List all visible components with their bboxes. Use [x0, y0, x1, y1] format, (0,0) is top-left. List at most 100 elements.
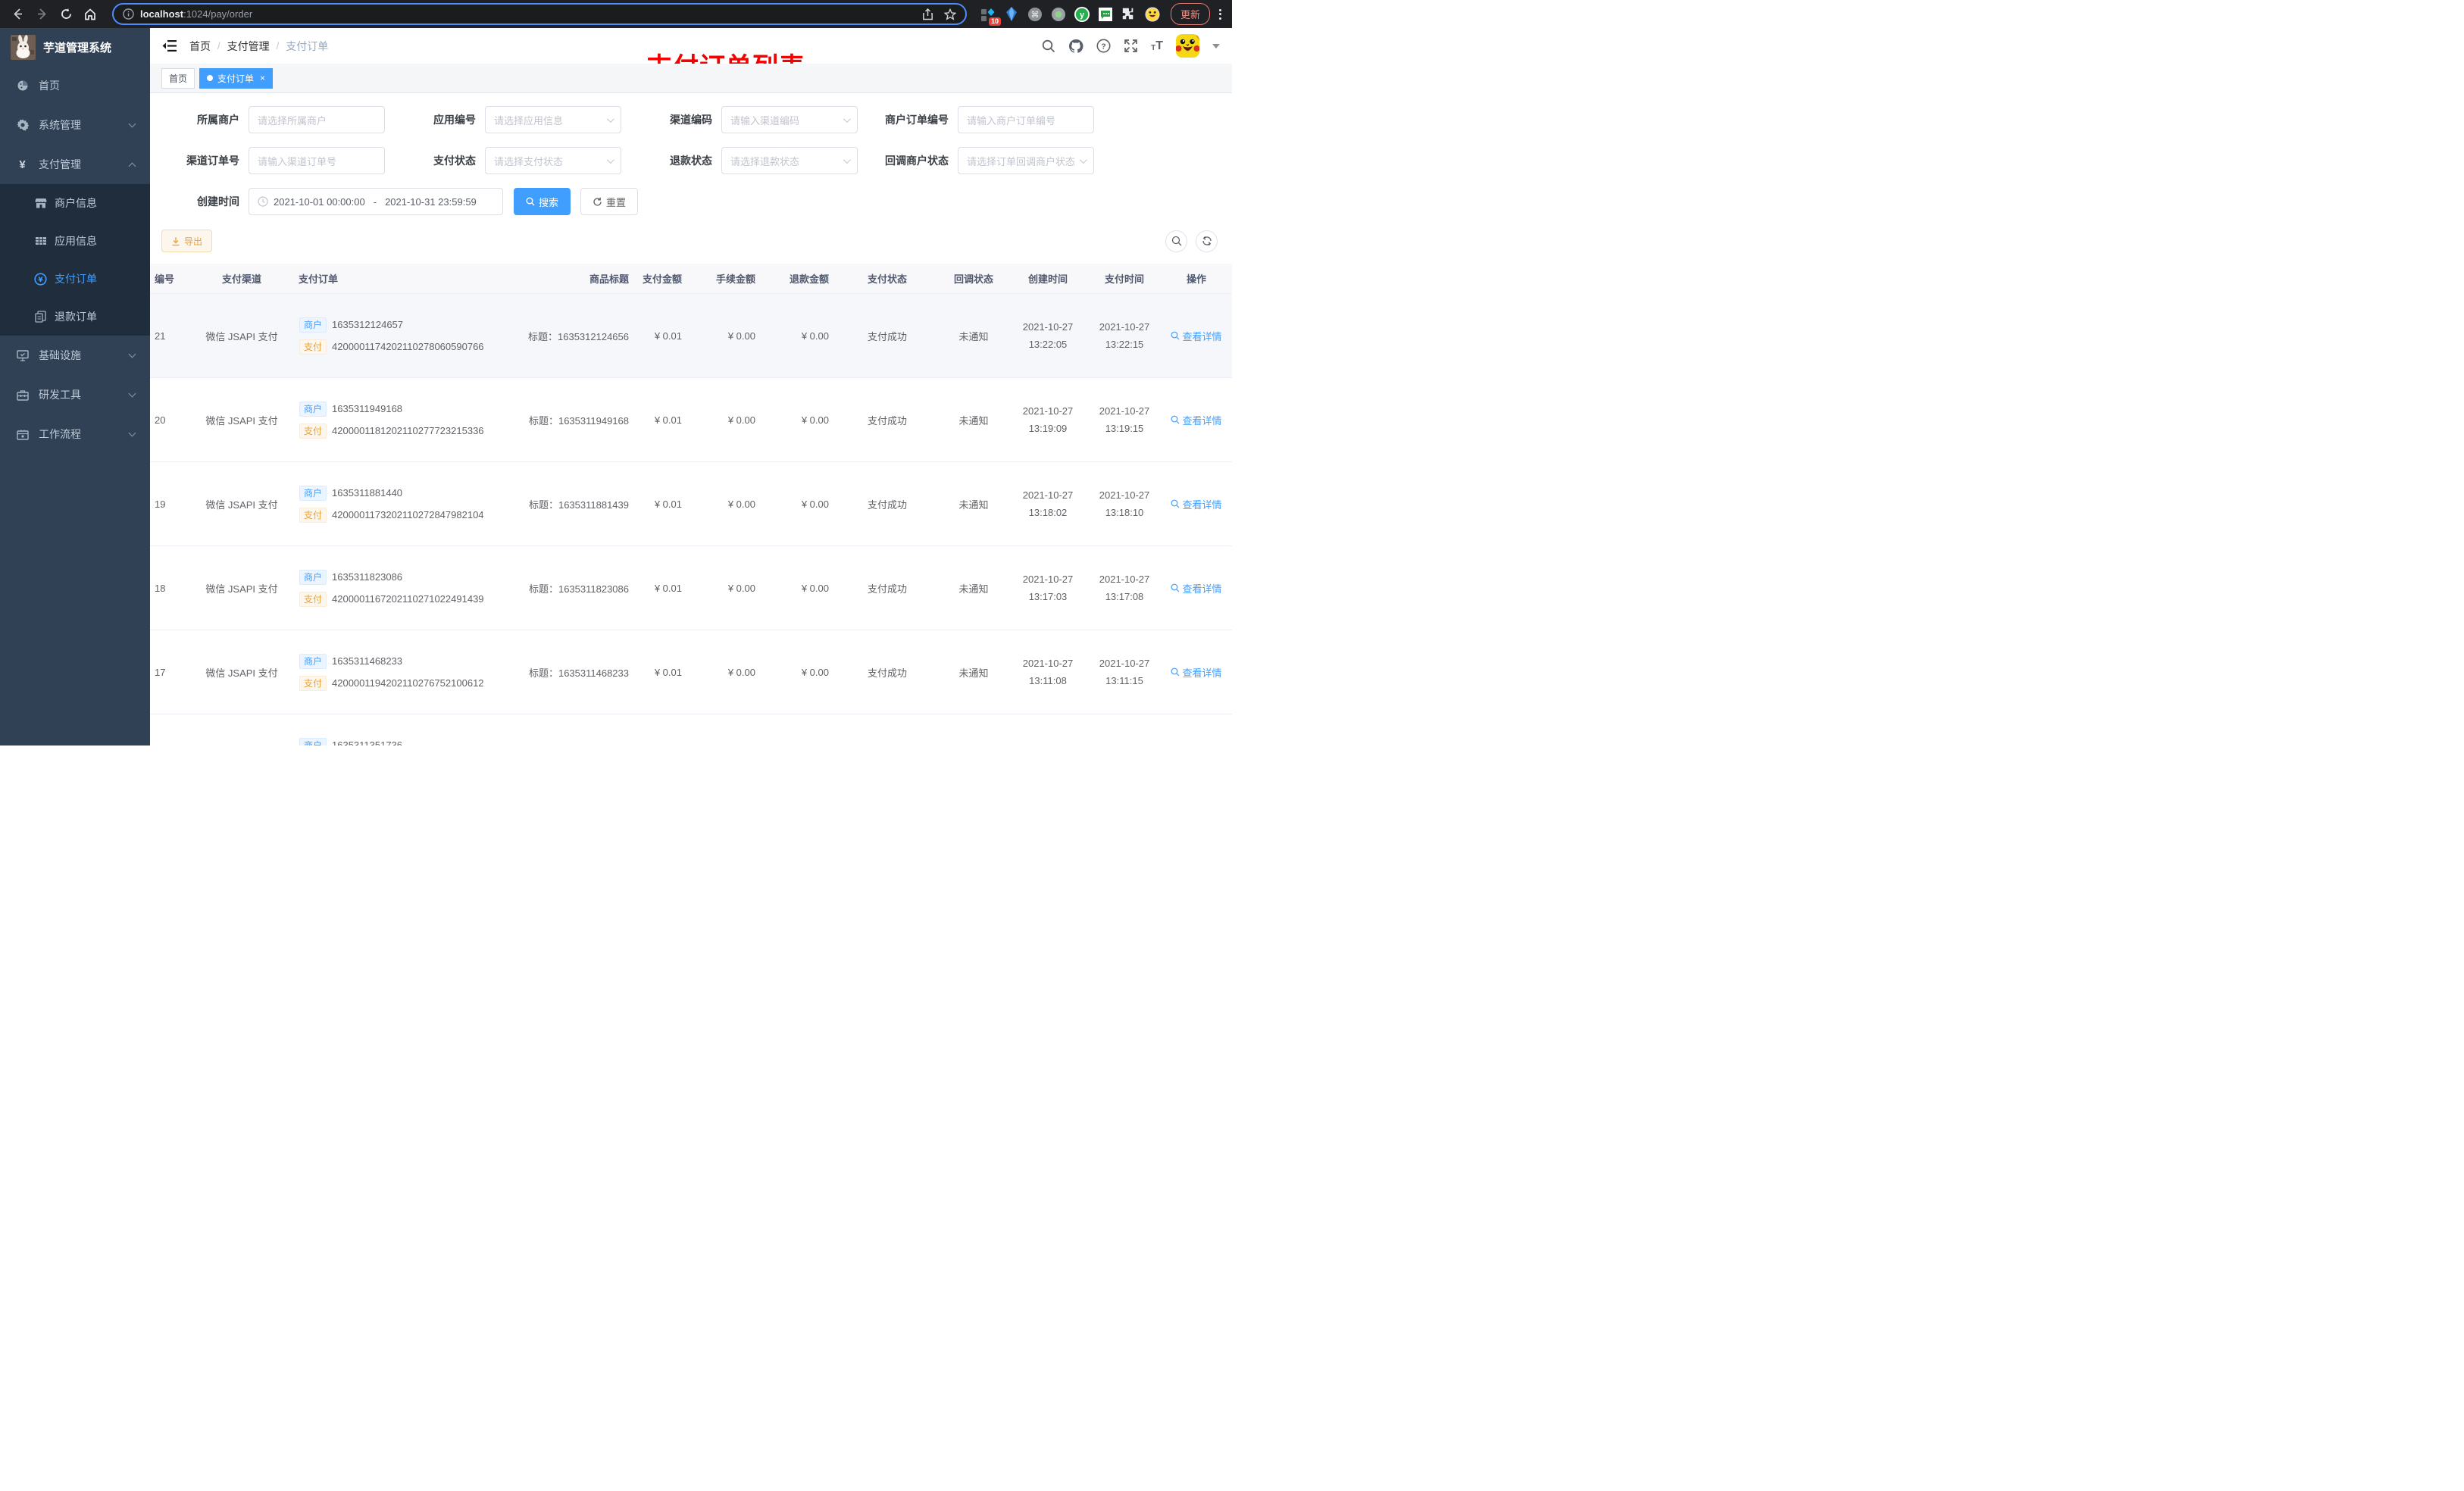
- cell-notify: 未通知: [958, 414, 989, 427]
- sidebar-item-dev-tools[interactable]: 研发工具: [0, 375, 150, 414]
- browser-update-button[interactable]: 更新: [1170, 3, 1210, 25]
- pay-tag: 支付: [299, 675, 327, 691]
- header-actions: ? TT: [1042, 34, 1220, 58]
- reset-button[interactable]: 重置: [580, 188, 639, 215]
- filter-merchant: 所属商户 请选择所属商户: [150, 106, 385, 133]
- pay-status-select[interactable]: 请选择支付状态: [485, 147, 621, 174]
- view-detail-link[interactable]: 查看详情: [1171, 581, 1222, 595]
- table-row[interactable]: 19 微信 JSAPI 支付 商户 1635311881440 支付 42000…: [150, 462, 1232, 546]
- tab-home[interactable]: 首页: [161, 67, 195, 89]
- browser-menu-icon[interactable]: [1216, 8, 1224, 20]
- cell-id: 20: [155, 414, 166, 426]
- table-row[interactable]: 21 微信 JSAPI 支付 商户 1635312124657 支付 42000…: [150, 294, 1232, 378]
- user-avatar[interactable]: [1176, 34, 1199, 58]
- cell-title: 标题：1635311823086: [528, 583, 629, 595]
- back-icon[interactable]: [8, 5, 27, 24]
- sidebar-item-infra[interactable]: 基础设施: [0, 336, 150, 375]
- col-channel: 支付渠道: [221, 274, 261, 285]
- help-icon[interactable]: ?: [1096, 39, 1111, 53]
- sidebar-item-label: 支付订单: [55, 273, 97, 285]
- forward-icon[interactable]: [32, 5, 52, 24]
- table-header: 编号 支付渠道 支付订单 商品标题 支付金额 手续金额 退款金额 支付状态 回调…: [150, 264, 1232, 294]
- reload-icon[interactable]: [56, 5, 76, 24]
- table-row[interactable]: 17 微信 JSAPI 支付 商户 1635311468233 支付 42000…: [150, 630, 1232, 714]
- app-header: 首页 / 支付管理 / 支付订单 支付订单列表 ? TT: [150, 28, 1232, 82]
- refund-status-select[interactable]: 请选择退款状态: [721, 147, 858, 174]
- github-icon[interactable]: [1068, 39, 1083, 54]
- tab-pay-order[interactable]: 支付订单 ×: [199, 67, 274, 89]
- extension-dot-icon[interactable]: [1051, 7, 1066, 22]
- magnifier-icon: [1171, 667, 1180, 677]
- share-icon[interactable]: [922, 8, 933, 20]
- breadcrumb-pay-manage[interactable]: 支付管理: [227, 39, 270, 54]
- font-size-icon[interactable]: TT: [1151, 39, 1163, 52]
- merchant-tag: 商户: [299, 401, 327, 417]
- cell-amount: ¥ 0.01: [654, 666, 682, 678]
- chevron-down-icon: [128, 429, 136, 437]
- search-icon[interactable]: [1042, 39, 1055, 53]
- table-row[interactable]: 商户 1635311351736 支付: [150, 714, 1232, 746]
- clock-icon: [258, 196, 268, 207]
- extension-gem-icon[interactable]: [1004, 6, 1019, 22]
- app-select[interactable]: 请选择应用信息: [485, 106, 621, 133]
- merchant-order-no-input[interactable]: 请输入商户订单编号: [958, 106, 1094, 133]
- breadcrumb-home[interactable]: 首页: [189, 39, 211, 54]
- dashboard-icon: [16, 80, 29, 92]
- table-row[interactable]: 18 微信 JSAPI 支付 商户 1635311823086 支付 42000…: [150, 546, 1232, 630]
- extension-pin-icon[interactable]: 10: [980, 7, 1001, 26]
- export-button[interactable]: 导出: [161, 230, 213, 252]
- extension-puzzle-icon[interactable]: [1121, 7, 1137, 22]
- chevron-down-icon: [606, 155, 614, 164]
- col-fee: 手续金额: [715, 274, 755, 285]
- sidebar-item-merchant-info[interactable]: 商户信息: [0, 184, 150, 222]
- toolbox-icon: [16, 389, 29, 401]
- merchant-tag: 商户: [299, 653, 327, 669]
- fullscreen-icon[interactable]: [1124, 39, 1138, 53]
- cell-id: 17: [155, 666, 166, 678]
- sidebar-item-payment[interactable]: ¥ 支付管理: [0, 145, 150, 184]
- view-detail-link[interactable]: 查看详情: [1171, 329, 1222, 343]
- sidebar-item-refund-order[interactable]: 退款订单: [0, 298, 150, 336]
- search-button[interactable]: 搜索: [514, 188, 571, 215]
- sidebar-item-system[interactable]: 系统管理: [0, 105, 150, 145]
- filter-label: 支付状态: [433, 155, 476, 167]
- cell-channel: 微信 JSAPI 支付: [205, 414, 278, 427]
- chevron-down-icon: [1079, 155, 1087, 164]
- channel-code-select[interactable]: 请输入渠道编码: [721, 106, 858, 133]
- breadcrumb-separator: /: [217, 40, 220, 52]
- info-icon[interactable]: [123, 8, 134, 20]
- sidebar-item-app-info[interactable]: 应用信息: [0, 222, 150, 260]
- view-detail-link[interactable]: 查看详情: [1171, 413, 1222, 427]
- view-detail-link[interactable]: 查看详情: [1171, 497, 1222, 511]
- extension-y-icon[interactable]: y: [1074, 6, 1090, 22]
- merchant-order-no: 1635311949168: [332, 403, 403, 414]
- close-icon[interactable]: ×: [260, 73, 265, 83]
- notify-status-select[interactable]: 请选择订单回调商户状态: [958, 147, 1094, 174]
- sidebar-item-pay-order[interactable]: ¥ 支付订单: [0, 260, 150, 298]
- extension-command-icon[interactable]: ⌘: [1027, 7, 1043, 22]
- placeholder: 请选择支付状态: [494, 155, 564, 167]
- view-detail-link[interactable]: 查看详情: [1171, 665, 1222, 680]
- placeholder: 请选择所属商户: [258, 114, 327, 127]
- extension-emoji-icon[interactable]: [1145, 6, 1160, 22]
- extension-chat-icon[interactable]: [1098, 7, 1113, 22]
- table-row[interactable]: 20 微信 JSAPI 支付 商户 1635311949168 支付 42000…: [150, 378, 1232, 462]
- channel-order-no-input[interactable]: 请输入渠道订单号: [249, 147, 385, 174]
- star-icon[interactable]: [943, 8, 956, 20]
- address-bar[interactable]: localhost:1024/pay/order: [112, 3, 967, 25]
- cell-notify: 未通知: [958, 330, 989, 342]
- show-search-button[interactable]: [1165, 230, 1187, 252]
- fold-sidebar-icon[interactable]: [162, 39, 177, 52]
- merchant-input[interactable]: 请选择所属商户: [249, 106, 385, 133]
- pay-order-no: 4200001174202110278060590766: [332, 341, 484, 352]
- sidebar-item-home[interactable]: 首页: [0, 66, 150, 105]
- date-range-input[interactable]: 2021-10-01 00:00:00 - 2021-10-31 23:59:5…: [249, 188, 503, 215]
- cell-paid: 2021-10-27 13:11:15: [1099, 658, 1150, 686]
- avatar-caret-icon[interactable]: [1212, 43, 1220, 48]
- sidebar-item-workflow[interactable]: 工作流程: [0, 414, 150, 454]
- home-icon[interactable]: [80, 5, 100, 24]
- filter-pay-status: 支付状态 请选择支付状态: [385, 147, 621, 174]
- refresh-table-button[interactable]: [1196, 230, 1218, 252]
- placeholder: 请输入渠道编码: [730, 114, 800, 127]
- cell-fee: ¥ 0.00: [727, 330, 755, 342]
